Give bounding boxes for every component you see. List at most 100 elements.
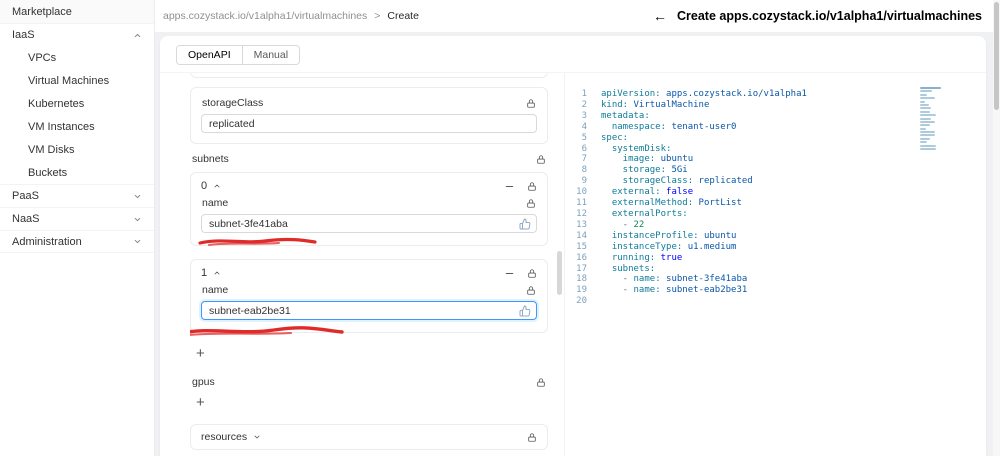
code-line: 18 - name: subnet-3fe41aba <box>576 274 748 285</box>
sidebar-item-label: VPCs <box>28 51 57 64</box>
subnet-item-0-collapse-toggle[interactable]: 0 <box>201 180 221 192</box>
add-gpu-button[interactable]: + <box>196 395 205 410</box>
split-panes: storageClass subnets <box>160 73 986 456</box>
chevron-down-icon <box>254 435 260 439</box>
breadcrumb-root[interactable]: apps.cozystack.io/v1alpha1/virtualmachin… <box>163 10 367 22</box>
back-arrow-icon[interactable]: ← <box>653 9 667 23</box>
breadcrumb-separator: > <box>374 10 381 22</box>
code-line: 12 externalPorts: <box>576 208 688 219</box>
lock-icon[interactable] <box>527 181 537 192</box>
section-label: gpus <box>192 376 215 388</box>
sidebar-item-vm-disks[interactable]: VM Disks <box>0 138 154 161</box>
sidebar-item-label: VM Instances <box>28 120 95 133</box>
tab-manual[interactable]: Manual <box>241 46 300 64</box>
app-window: Marketplace IaaS VPCs Virtual Machines K… <box>0 0 1000 456</box>
add-subnet-button[interactable]: + <box>196 346 205 361</box>
code-line: 10 external: false <box>576 187 694 198</box>
tab-segment-control: OpenAPI Manual <box>176 45 301 65</box>
code-line: 20 <box>576 296 587 307</box>
sidebar-group-naas[interactable]: NaaS <box>0 207 154 230</box>
sidebar-item-buckets[interactable]: Buckets <box>0 161 154 184</box>
yaml-editor[interactable]: 1 apiVersion: apps.cozystack.io/v1alpha1 2… <box>564 73 986 456</box>
subnet-item-1-collapse-toggle[interactable]: 1 <box>201 267 221 279</box>
sidebar-item-vpcs[interactable]: VPCs <box>0 46 154 69</box>
form-pane: storageClass subnets <box>160 73 564 456</box>
field-label: name <box>202 197 229 209</box>
remove-item-icon[interactable] <box>504 181 515 192</box>
code-line: 17 subnets: <box>576 263 656 274</box>
sidebar-group-administration[interactable]: Administration <box>0 230 154 253</box>
lock-icon[interactable] <box>527 268 537 279</box>
window-scrollbar-thumb[interactable] <box>994 2 999 110</box>
storageclass-input[interactable] <box>201 114 537 133</box>
code-line: 9 storageClass: replicated <box>581 176 753 187</box>
sidebar-group-label: NaaS <box>12 213 40 225</box>
create-form-card: OpenAPI Manual storageClass replicated s… <box>160 36 986 456</box>
tab-bar: OpenAPI Manual <box>160 36 986 73</box>
remove-item-icon[interactable] <box>504 268 515 279</box>
field-label: storageClass <box>202 97 264 109</box>
form-scrollbar <box>555 73 564 456</box>
code-line: 8 storage: 5Gi <box>581 165 688 176</box>
sidebar-group-iaas[interactable]: IaaS <box>0 23 154 46</box>
chevron-up-icon <box>214 271 220 275</box>
window-scrollbar <box>993 0 1000 456</box>
sidebar: Marketplace IaaS VPCs Virtual Machines K… <box>0 0 155 456</box>
topbar: apps.cozystack.io/v1alpha1/virtualmachin… <box>155 0 1000 32</box>
field-storage <box>190 73 548 78</box>
subnet-item-1: 1 name <box>190 259 548 336</box>
sidebar-group-label: Administration <box>12 235 82 248</box>
section-label: resources <box>201 431 248 443</box>
sidebar-item-virtual-machines[interactable]: Virtual Machines <box>0 69 154 92</box>
sidebar-item-label: Virtual Machines <box>28 74 110 87</box>
chevron-up-icon <box>214 184 220 188</box>
chevron-down-icon <box>133 215 142 224</box>
sidebar-item-marketplace[interactable]: Marketplace <box>0 0 154 23</box>
subnet-item-0: 0 name <box>190 172 548 246</box>
lock-icon[interactable] <box>536 377 546 388</box>
sidebar-item-label: Kubernetes <box>28 97 85 110</box>
subnet-item-index: 1 <box>201 267 208 279</box>
subnet-name-input-1[interactable] <box>201 301 537 320</box>
sidebar-item-label: VM Disks <box>28 143 75 156</box>
sidebar-item-vm-instances[interactable]: VM Instances <box>0 115 154 138</box>
breadcrumb-current: Create <box>387 10 419 22</box>
code-line: 13 - 22 <box>576 219 645 230</box>
chevron-down-icon <box>133 237 142 246</box>
subnets-section-header: subnets <box>192 153 546 165</box>
resources-collapse[interactable]: resources <box>190 424 548 450</box>
code-line: 16 running: true <box>576 252 683 263</box>
chevron-up-icon <box>133 31 142 40</box>
chevron-down-icon <box>133 192 142 201</box>
breadcrumb: apps.cozystack.io/v1alpha1/virtualmachin… <box>163 10 419 22</box>
main-area: apps.cozystack.io/v1alpha1/virtualmachin… <box>155 0 1000 456</box>
thumbs-up-icon[interactable] <box>519 218 531 230</box>
field-label: name <box>202 284 229 296</box>
red-scribble-annotation <box>198 237 317 246</box>
lock-icon[interactable] <box>526 98 536 109</box>
lock-icon[interactable] <box>526 198 536 209</box>
sidebar-item-label: Marketplace <box>12 5 72 18</box>
gpus-section-header: gpus <box>192 376 546 388</box>
code-line: 11 externalMethod: PortList <box>576 198 742 209</box>
editor-minimap[interactable] <box>920 87 948 155</box>
code-line: 7 image: ubuntu <box>581 154 694 165</box>
thumbs-up-icon[interactable] <box>519 305 531 317</box>
sidebar-group-paas[interactable]: PaaS <box>0 184 154 207</box>
form-scrollbar-thumb[interactable] <box>557 251 562 295</box>
field-storageclass: storageClass <box>190 87 548 144</box>
lock-icon[interactable] <box>526 285 536 296</box>
sidebar-group-label: PaaS <box>12 190 39 202</box>
subnet-name-input-0[interactable] <box>201 214 537 233</box>
code-line: 14 instanceProfile: ubuntu <box>576 230 737 241</box>
tab-openapi[interactable]: OpenAPI <box>177 46 242 64</box>
page-title: Create apps.cozystack.io/v1alpha1/virtua… <box>677 9 982 23</box>
sidebar-item-kubernetes[interactable]: Kubernetes <box>0 92 154 115</box>
lock-icon[interactable] <box>536 154 546 165</box>
lock-icon[interactable] <box>527 432 537 443</box>
form-scroll-region: storageClass subnets <box>190 73 548 456</box>
red-scribble-annotation <box>190 326 344 336</box>
section-label: subnets <box>192 153 229 165</box>
code-line: 19 - name: subnet-eab2be31 <box>576 285 748 296</box>
sidebar-group-label: IaaS <box>12 29 35 41</box>
